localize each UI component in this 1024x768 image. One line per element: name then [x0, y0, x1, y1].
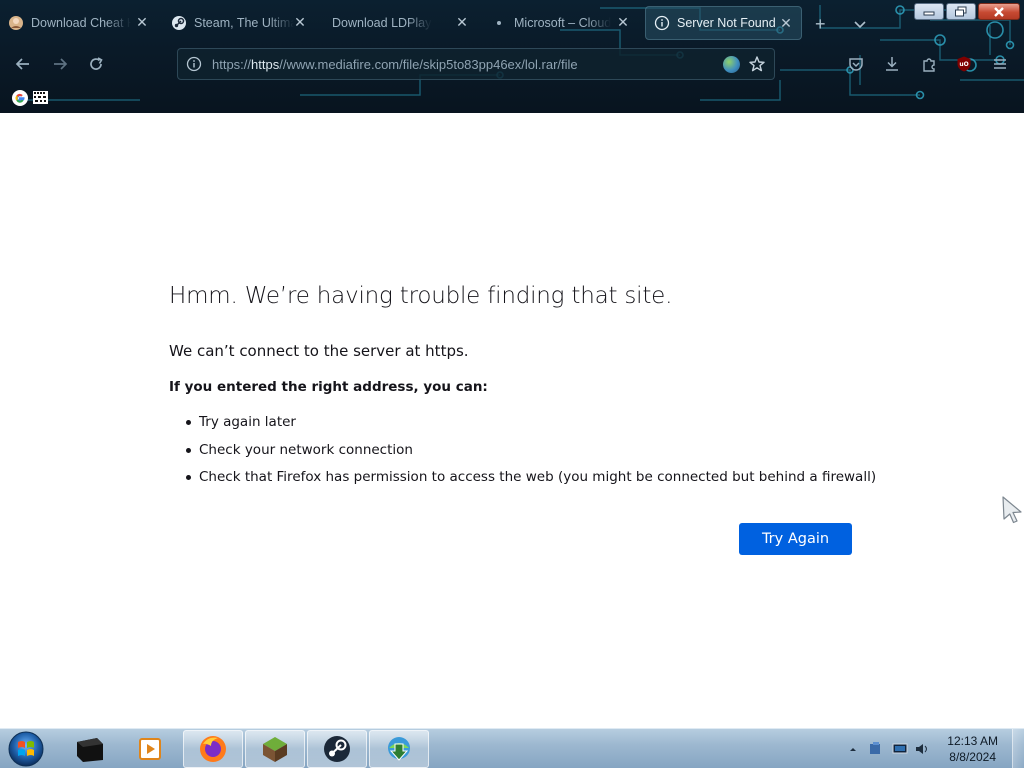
taskbar-steam[interactable] [307, 730, 367, 768]
tab-title: Server Not Found [677, 16, 776, 30]
system-clock[interactable]: 12:13 AM 8/8/2024 [947, 733, 998, 765]
list-item: Try again later [185, 412, 876, 440]
suggestion-list: Try again later Check your network conne… [185, 412, 876, 495]
taskbar-minecraft[interactable] [245, 730, 305, 768]
show-desktop-button[interactable] [1012, 729, 1024, 768]
google-bookmark-icon[interactable] [11, 89, 29, 107]
tab-title: Download Cheat H [31, 16, 131, 30]
svg-text:uO: uO [959, 61, 968, 68]
site-info-icon[interactable] [186, 56, 202, 72]
list-item: Check your network connection [185, 440, 876, 468]
tab-download-cheat[interactable]: Download Cheat H ✕ [0, 6, 157, 40]
restore-icon [955, 6, 967, 16]
url-host: https [251, 56, 280, 72]
address-bar[interactable]: https://https//www.mediafire.com/file/sk… [177, 48, 775, 80]
url-path: //www.mediafire.com/file/skip5to83pp46ex… [279, 56, 578, 72]
reload-icon[interactable] [86, 54, 106, 74]
offline-bookmark-icon[interactable] [32, 89, 50, 107]
error-hint: If you entered the right address, you ca… [169, 379, 488, 395]
taskbar-download-manager[interactable] [369, 730, 429, 768]
tab-strip: Download Cheat H ✕ Steam, The Ultimat ✕ … [0, 4, 1024, 40]
error-page: Hmm. We’re having trouble finding that s… [0, 113, 1024, 728]
tab-ldplayer[interactable]: Download LDPlayer - A ✕ [322, 6, 477, 40]
back-arrow-icon[interactable] [13, 54, 33, 74]
microsoft-dot-icon [491, 15, 507, 31]
navigation-toolbar: https://https//www.mediafire.com/file/sk… [0, 44, 1024, 84]
taskbar-app-black-box[interactable] [59, 730, 119, 768]
error-subtitle: We can’t connect to the server at https. [169, 342, 469, 360]
app-black-box-icon [77, 738, 103, 762]
minimize-icon [923, 11, 935, 15]
tab-close-icon[interactable]: ✕ [455, 15, 469, 29]
pocket-icon[interactable] [847, 55, 865, 73]
taskbar-media-player[interactable] [120, 730, 180, 768]
bookmark-star-icon[interactable] [748, 55, 766, 73]
tab-close-icon[interactable]: ✕ [135, 15, 149, 29]
volume-icon[interactable] [914, 741, 930, 757]
system-tray: 12:13 AM 8/8/2024 [834, 729, 1024, 768]
firefox-icon [200, 736, 226, 762]
tab-title: Download LDPlayer - A [332, 16, 432, 30]
downloads-icon[interactable] [883, 55, 901, 73]
windows-taskbar: 12:13 AM 8/8/2024 [0, 728, 1024, 768]
tab-steam[interactable]: Steam, The Ultimat ✕ [163, 6, 315, 40]
ublock-origin-icon[interactable]: uO [955, 55, 973, 73]
restore-button[interactable] [946, 3, 976, 20]
new-tab-plus-icon[interactable]: + [815, 15, 826, 33]
bookmarks-toolbar [0, 86, 1024, 110]
network-tray-icon[interactable] [868, 741, 884, 757]
tab-close-icon[interactable]: ✕ [616, 15, 630, 29]
window-controls [914, 3, 1020, 20]
clock-time: 12:13 AM [947, 734, 998, 748]
browser-chrome: Download Cheat H ✕ Steam, The Ultimat ✕ … [0, 0, 1024, 113]
close-icon [994, 6, 1004, 17]
extension-globe-icon[interactable] [723, 56, 740, 73]
tab-close-icon[interactable]: ✕ [779, 16, 793, 30]
mouse-cursor-icon [1002, 496, 1022, 524]
close-window-button[interactable] [978, 3, 1020, 20]
try-again-button[interactable]: Try Again [739, 523, 852, 555]
download-manager-icon [388, 737, 410, 761]
clock-date: 8/8/2024 [949, 750, 996, 764]
media-player-icon [139, 738, 161, 760]
start-orb-icon[interactable] [6, 730, 46, 768]
tab-title: Steam, The Ultimat [194, 16, 294, 30]
hamburger-menu-icon[interactable] [991, 55, 1009, 73]
url-text[interactable]: https://https//www.mediafire.com/file/sk… [212, 57, 578, 72]
action-center-icon[interactable] [892, 741, 908, 757]
show-hidden-icons-icon[interactable] [848, 741, 858, 757]
minecraft-icon [263, 737, 287, 762]
list-all-tabs-chevron-icon[interactable] [852, 16, 868, 32]
list-item: Check that Firefox has permission to acc… [185, 467, 876, 495]
page-title: Hmm. We’re having trouble finding that s… [169, 283, 673, 309]
forward-arrow-icon[interactable] [50, 54, 70, 74]
steam-icon [324, 736, 350, 762]
taskbar-firefox[interactable] [183, 730, 243, 768]
steam-icon [171, 15, 187, 31]
tab-close-icon[interactable]: ✕ [293, 15, 307, 29]
tab-microsoft-cloud[interactable]: Microsoft – Cloud ✕ [483, 6, 638, 40]
tab-title: Microsoft – Cloud [514, 16, 612, 30]
minimize-button[interactable] [914, 3, 944, 20]
extensions-puzzle-icon[interactable] [920, 55, 938, 73]
url-scheme: https:// [212, 56, 252, 72]
tab-server-not-found[interactable]: Server Not Found ✕ [645, 6, 802, 40]
info-icon [654, 15, 670, 31]
cheat-site-icon [8, 15, 24, 31]
